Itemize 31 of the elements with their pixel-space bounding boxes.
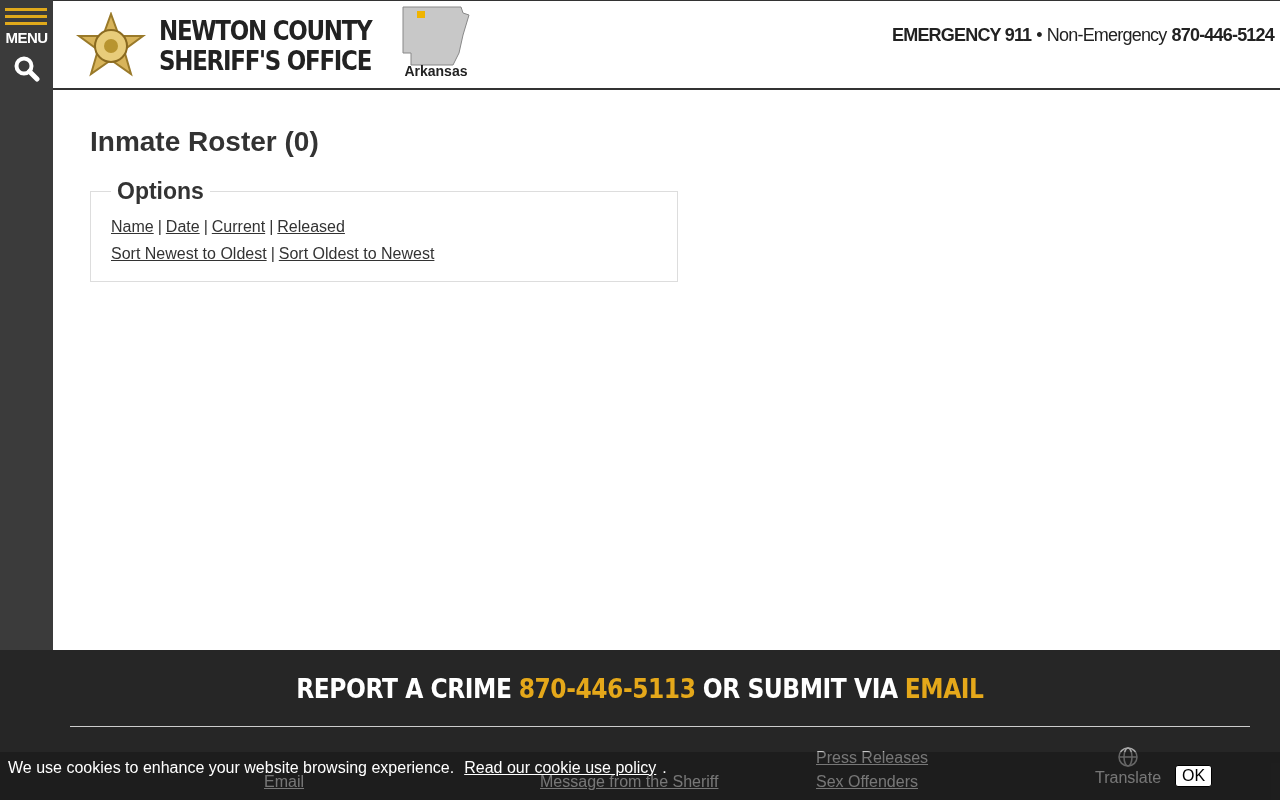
report-crime-text: OR SUBMIT VIA xyxy=(702,674,898,704)
report-crime-text: REPORT A CRIME xyxy=(296,674,512,704)
page-heading: Inmate Roster (0) xyxy=(90,126,320,158)
translate-button[interactable]: Translate xyxy=(1095,746,1162,788)
link-separator: | xyxy=(203,217,208,237)
separator-dot: • xyxy=(1036,25,1042,46)
non-emergency-label: Non-Emergency xyxy=(1046,25,1167,46)
ok-button[interactable]: OK xyxy=(1175,765,1213,787)
state-map-icon xyxy=(400,5,471,67)
state-label: Arkansas xyxy=(404,63,468,79)
filter-link[interactable]: Released xyxy=(277,213,345,240)
link-separator: | xyxy=(270,244,275,264)
site-title[interactable]: SHERIFF'S OFFICE xyxy=(159,45,372,76)
options-legend: Options xyxy=(111,178,210,205)
report-email-link[interactable]: EMAIL xyxy=(904,674,984,704)
report-phone-link[interactable]: 870-446-5113 xyxy=(518,674,696,704)
filter-link[interactable]: Date xyxy=(165,213,200,240)
emergency-number: EMERGENCY 911 xyxy=(892,25,1032,46)
footer-link[interactable]: Press Releases xyxy=(816,748,929,768)
footer-link[interactable]: Sex Offenders xyxy=(816,772,918,792)
menu-button[interactable]: MENU xyxy=(5,0,48,46)
non-emergency-phone[interactable]: 870-446-5124 xyxy=(1171,25,1274,46)
globe-icon xyxy=(1117,746,1140,768)
sort-link[interactable]: Sort Newest to Oldest xyxy=(111,240,267,267)
link-separator: | xyxy=(157,217,162,237)
filter-link[interactable]: Current xyxy=(211,213,266,240)
link-separator: | xyxy=(269,217,274,237)
cookie-period: . xyxy=(662,759,667,776)
sort-link[interactable]: Sort Oldest to Newest xyxy=(278,240,435,267)
site-title[interactable]: NEWTON COUNTY xyxy=(159,15,372,46)
filter-link[interactable]: Name xyxy=(111,213,154,240)
